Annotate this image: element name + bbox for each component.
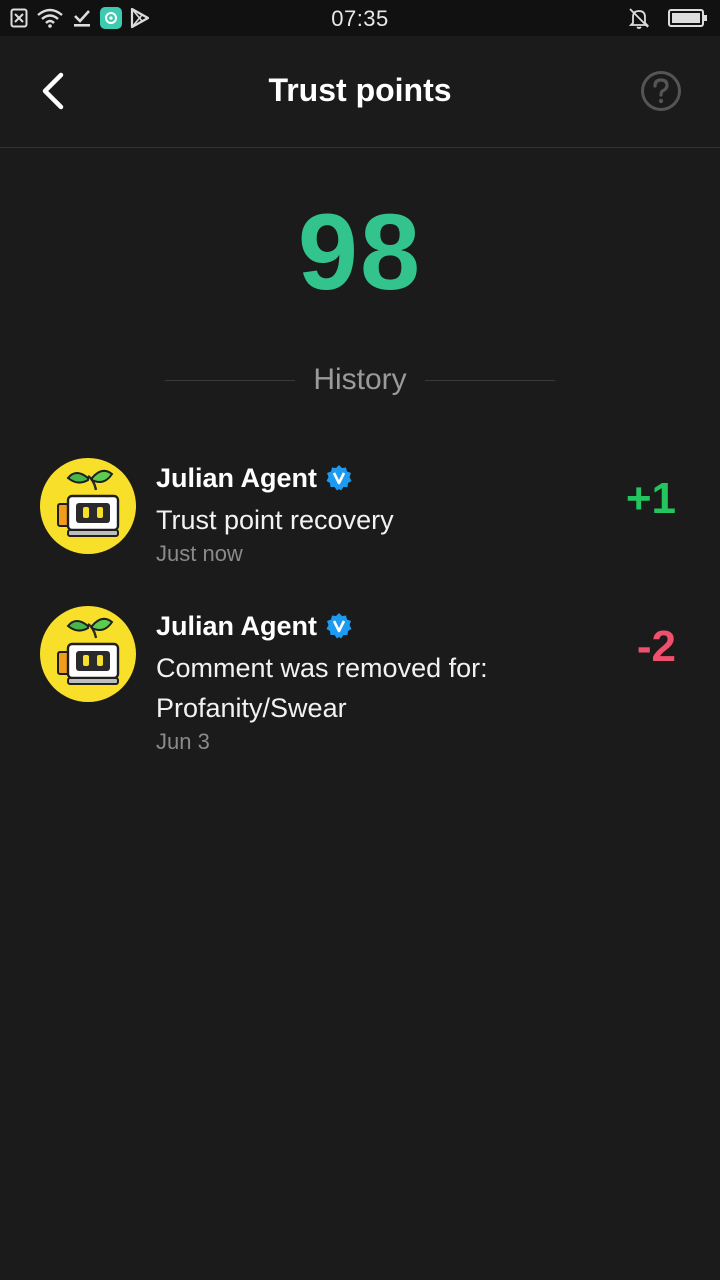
bell-off-icon (628, 7, 650, 29)
history-message: Trust point recovery (156, 505, 394, 535)
history-message: Comment was removed for: Profanity/Swear (156, 653, 488, 723)
robot-sprout-avatar-icon (57, 469, 120, 537)
history-item-body: Julian Agent Comment was removed for: Pr… (156, 608, 596, 756)
status-bar: 07:35 (0, 0, 720, 36)
avatar[interactable] (40, 606, 136, 702)
history-item[interactable]: Julian Agent Trust point recovery Just n… (0, 458, 720, 578)
question-circle-icon (640, 70, 682, 117)
page-title: Trust points (268, 72, 452, 108)
robot-sprout-avatar-icon (57, 617, 120, 685)
verified-badge-icon (325, 464, 353, 492)
divider-line (165, 379, 296, 381)
points-delta: -2 (636, 622, 676, 671)
history-label: History (313, 363, 407, 396)
author-row: Julian Agent (156, 460, 596, 496)
status-icons-right (628, 6, 708, 30)
verified-badge-icon (325, 612, 353, 640)
history-time: Just now (156, 541, 243, 566)
avatar[interactable] (40, 458, 136, 554)
points-delta: +1 (625, 474, 676, 523)
trust-score: 98 (297, 191, 423, 312)
history-divider: History (165, 360, 555, 400)
history-item[interactable]: Julian Agent Comment was removed for: Pr… (0, 606, 720, 766)
battery-icon (668, 8, 708, 28)
history-time: Jun 3 (156, 729, 210, 754)
author-name: Julian Agent (156, 610, 318, 641)
app-header: Trust points (0, 36, 720, 148)
history-item-body: Julian Agent Trust point recovery Just n… (156, 460, 596, 568)
status-time: 07:35 (331, 6, 389, 31)
help-button[interactable] (640, 70, 682, 117)
trust-points-screen: 07:35 Trust points 98 History Julian Age… (0, 0, 720, 1280)
author-row: Julian Agent (156, 608, 596, 644)
author-name: Julian Agent (156, 462, 318, 493)
divider-line (424, 379, 555, 381)
